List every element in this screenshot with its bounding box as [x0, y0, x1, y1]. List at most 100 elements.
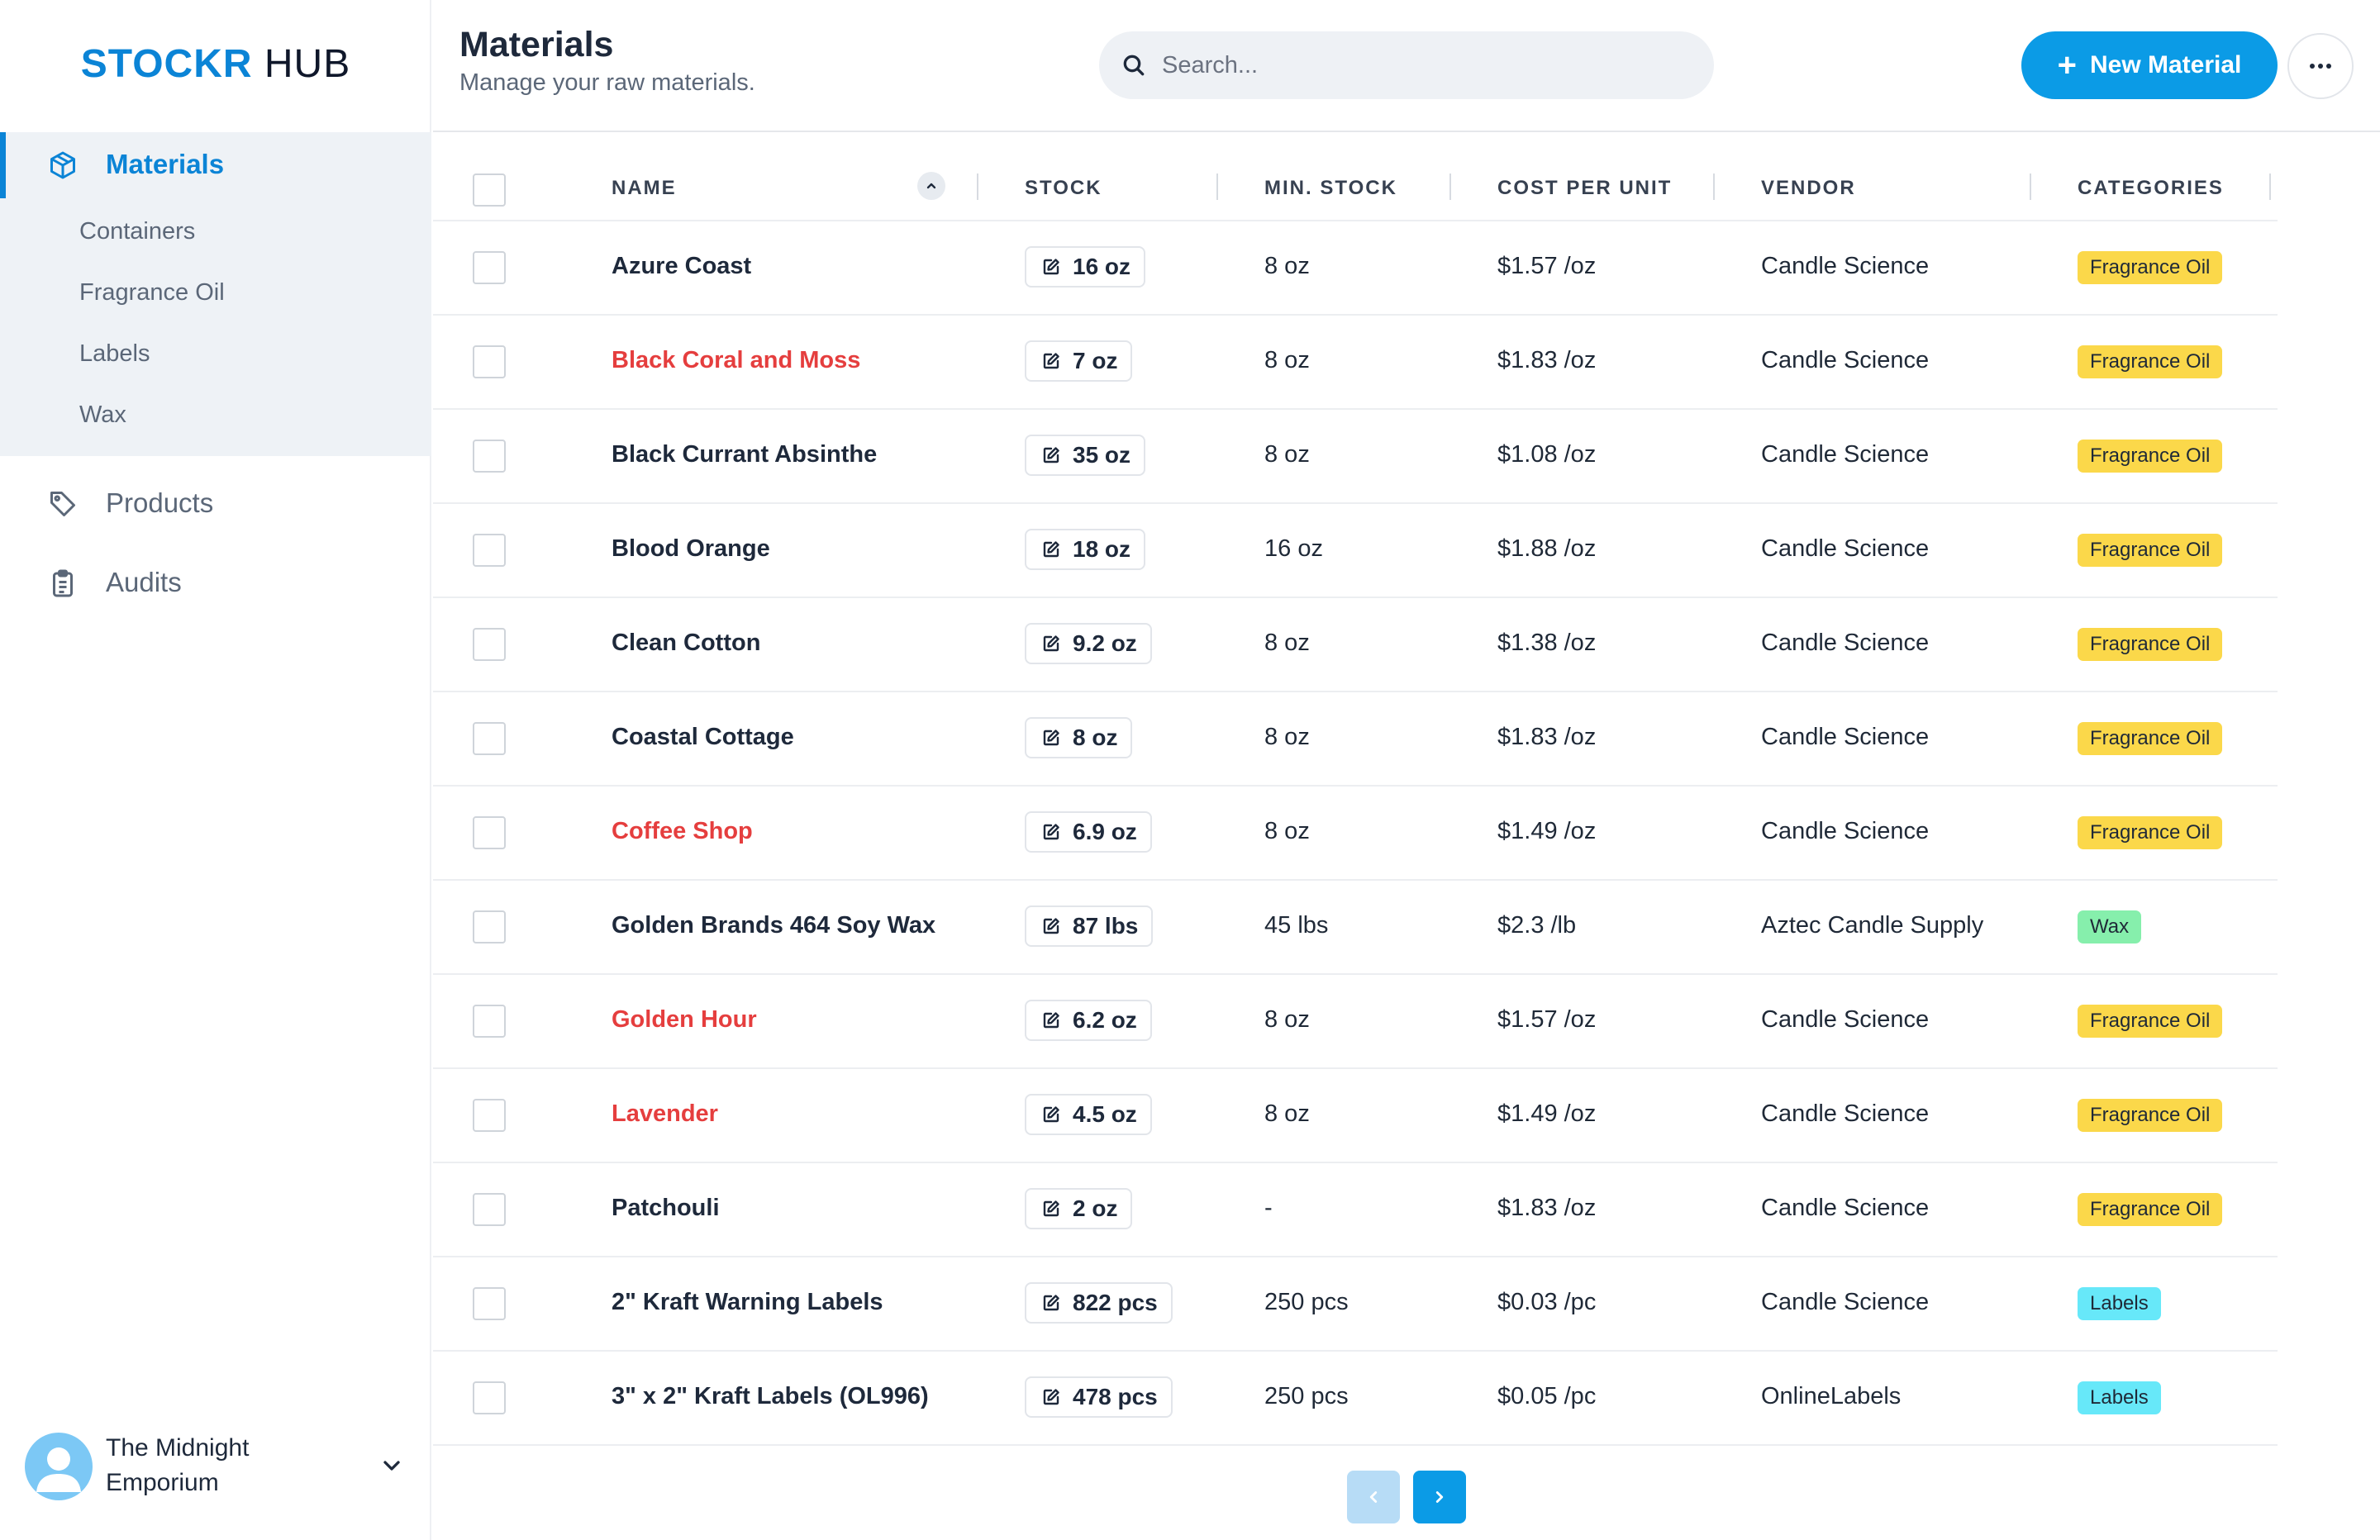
account-switcher[interactable]: The Midnight Emporium [25, 1426, 413, 1505]
column-header-vendor[interactable]: VENDOR [1761, 177, 1856, 200]
column-divider[interactable] [977, 173, 978, 200]
edit-icon [1043, 1389, 1059, 1405]
table-row[interactable]: Coastal Cottage 8 oz 8 oz $1.83 /oz Candle S… [433, 692, 2278, 787]
sidebar-item-materials[interactable]: Materials [0, 132, 431, 198]
material-name[interactable]: Black Currant Absinthe [612, 441, 877, 468]
edit-icon [1043, 541, 1059, 558]
material-name[interactable]: Lavender [612, 1100, 718, 1128]
row-checkbox[interactable] [473, 440, 506, 473]
row-checkbox[interactable] [473, 345, 506, 378]
search-input[interactable] [1162, 31, 1691, 99]
stock-edit-button[interactable]: 478 pcs [1025, 1376, 1173, 1418]
new-material-button[interactable]: + New Material [2021, 31, 2278, 99]
material-name[interactable]: Coffee Shop [612, 818, 753, 845]
stock-edit-button[interactable]: 16 oz [1025, 246, 1146, 288]
cost-per-unit-value: $1.83 /oz [1497, 347, 1597, 373]
material-name[interactable]: 2" Kraft Warning Labels [612, 1289, 883, 1316]
sidebar-subitem-labels[interactable]: Labels [79, 340, 150, 368]
column-divider[interactable] [1449, 173, 1451, 200]
column-header-stock[interactable]: STOCK [1025, 177, 1102, 200]
stock-edit-button[interactable]: 8 oz [1025, 717, 1133, 758]
table-row[interactable]: Azure Coast 16 oz 8 oz $1.57 /oz Candle Scie… [433, 221, 2278, 316]
sidebar-subitem-containers[interactable]: Containers [79, 218, 195, 245]
category-badge: Labels [2078, 1381, 2161, 1414]
table-row[interactable]: 3" x 2" Kraft Labels (OL996) 478 pcs 250 p… [433, 1352, 2278, 1446]
column-divider[interactable] [2269, 173, 2271, 200]
next-page-button[interactable] [1413, 1471, 1466, 1523]
material-name[interactable]: Azure Coast [612, 253, 751, 280]
sidebar-item-products[interactable]: Products [0, 471, 431, 537]
search-bar[interactable] [1099, 31, 1714, 99]
table-row[interactable]: Blood Orange 18 oz 16 oz $1.88 /oz Candle Sc… [433, 504, 2278, 598]
table-row[interactable]: Lavender 4.5 oz 8 oz $1.49 /oz Candle Scienc… [433, 1069, 2278, 1163]
cost-per-unit-value: $0.05 /pc [1497, 1383, 1597, 1409]
sort-toggle[interactable] [917, 172, 945, 200]
table-row[interactable]: Black Coral and Moss 7 oz 8 oz $1.83 /oz Can… [433, 316, 2278, 410]
material-name[interactable]: Clean Cotton [612, 630, 760, 657]
column-header-cost[interactable]: COST PER UNIT [1497, 177, 1672, 200]
vendor-value: Candle Science [1761, 535, 1930, 562]
stock-value: 7 oz [1073, 348, 1118, 373]
more-options-button[interactable] [2287, 33, 2354, 99]
column-header-categories[interactable]: CATEGORIES [2078, 177, 2224, 200]
material-name[interactable]: Golden Hour [612, 1006, 757, 1034]
previous-page-button[interactable] [1347, 1471, 1400, 1523]
stock-value: 16 oz [1073, 254, 1131, 279]
sidebar-item-audits[interactable]: Audits [0, 550, 431, 616]
plus-icon: + [2057, 47, 2077, 83]
row-checkbox[interactable] [473, 1005, 506, 1038]
column-header-min-stock[interactable]: MIN. STOCK [1264, 177, 1397, 200]
stock-edit-button[interactable]: 87 lbs [1025, 905, 1154, 947]
sidebar-subitem-wax[interactable]: Wax [79, 402, 126, 429]
sidebar-subitem-fragrance-oil[interactable]: Fragrance Oil [79, 279, 225, 307]
stock-edit-button[interactable]: 6.9 oz [1025, 811, 1152, 853]
cost-per-unit-value: $1.38 /oz [1497, 630, 1597, 656]
table-row[interactable]: Golden Hour 6.2 oz 8 oz $1.57 /oz Candle Sci… [433, 975, 2278, 1069]
material-name[interactable]: Golden Brands 464 Soy Wax [612, 912, 935, 939]
cost-per-unit-value: $1.08 /oz [1497, 441, 1597, 468]
page-header: Materials Manage your raw materials. + N… [433, 0, 2380, 132]
category-badge: Fragrance Oil [2078, 722, 2223, 755]
table-row[interactable]: Clean Cotton 9.2 oz 8 oz $1.38 /oz Candle Sc… [433, 598, 2278, 692]
material-name[interactable]: 3" x 2" Kraft Labels (OL996) [612, 1383, 929, 1410]
brand-logo[interactable]: STOCKR HUB [0, 41, 431, 87]
min-stock-value: 45 lbs [1264, 912, 1329, 939]
stock-edit-button[interactable]: 6.2 oz [1025, 1000, 1152, 1041]
stock-edit-button[interactable]: 9.2 oz [1025, 623, 1152, 664]
material-name[interactable]: Black Coral and Moss [612, 347, 860, 374]
material-name[interactable]: Blood Orange [612, 535, 770, 563]
select-all-checkbox[interactable] [473, 173, 506, 207]
row-checkbox[interactable] [473, 722, 506, 755]
row-checkbox[interactable] [473, 534, 506, 567]
row-checkbox[interactable] [473, 1287, 506, 1320]
category-badge: Fragrance Oil [2078, 816, 2223, 849]
row-checkbox[interactable] [473, 628, 506, 661]
edit-icon [1043, 1012, 1059, 1029]
row-checkbox[interactable] [473, 1381, 506, 1414]
stock-edit-button[interactable]: 18 oz [1025, 529, 1146, 570]
vendor-value: Candle Science [1761, 1100, 1930, 1127]
chevron-down-icon[interactable] [378, 1452, 405, 1479]
table-row[interactable]: Black Currant Absinthe 35 oz 8 oz $1.08 /oz… [433, 410, 2278, 504]
table-row[interactable]: Coffee Shop 6.9 oz 8 oz $1.49 /oz Candle Sci… [433, 787, 2278, 881]
material-name[interactable]: Patchouli [612, 1195, 720, 1222]
stock-edit-button[interactable]: 4.5 oz [1025, 1094, 1152, 1135]
column-divider[interactable] [1713, 173, 1715, 200]
column-divider[interactable] [2030, 173, 2031, 200]
column-divider[interactable] [1216, 173, 1218, 200]
row-checkbox[interactable] [473, 251, 506, 284]
row-checkbox[interactable] [473, 816, 506, 849]
stock-edit-button[interactable]: 2 oz [1025, 1188, 1133, 1229]
table-row[interactable]: Golden Brands 464 Soy Wax 87 lbs 45 lbs $2.… [433, 881, 2278, 975]
row-checkbox[interactable] [473, 910, 506, 943]
row-checkbox[interactable] [473, 1099, 506, 1132]
table-row[interactable]: Patchouli 2 oz - $1.83 /oz Candle Science Fra… [433, 1163, 2278, 1257]
row-checkbox[interactable] [473, 1193, 506, 1226]
stock-edit-button[interactable]: 822 pcs [1025, 1282, 1173, 1324]
column-header-name[interactable]: NAME [612, 177, 677, 200]
vendor-value: OnlineLabels [1761, 1383, 1902, 1409]
stock-edit-button[interactable]: 7 oz [1025, 340, 1133, 382]
stock-edit-button[interactable]: 35 oz [1025, 435, 1146, 476]
table-row[interactable]: 2" Kraft Warning Labels 822 pcs 250 pcs $0.… [433, 1257, 2278, 1352]
material-name[interactable]: Coastal Cottage [612, 724, 794, 751]
